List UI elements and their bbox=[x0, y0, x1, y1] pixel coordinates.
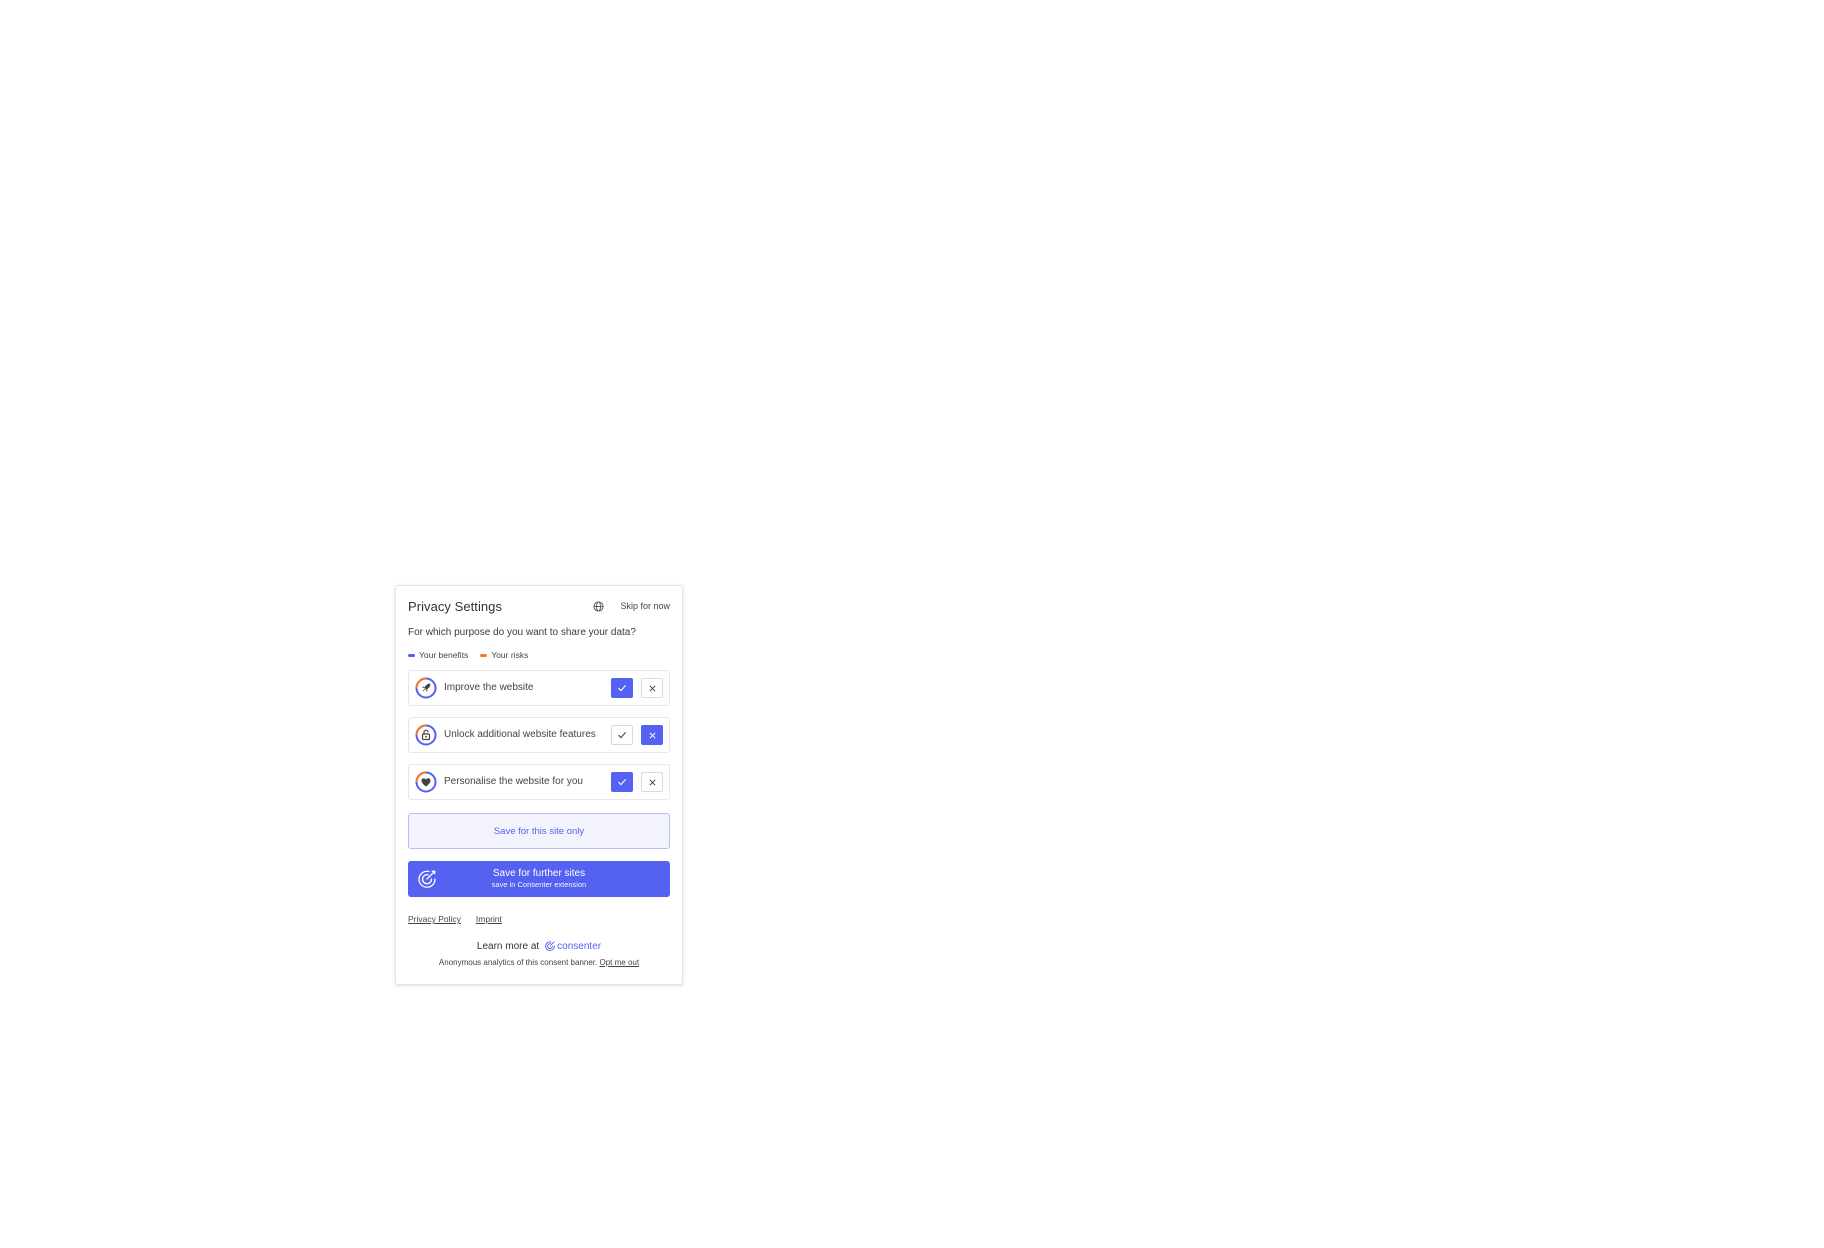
accept-button[interactable] bbox=[611, 772, 633, 792]
imprint-link[interactable]: Imprint bbox=[476, 914, 502, 924]
save-further-label: Save for further sites bbox=[492, 868, 586, 879]
brand-name: consenter bbox=[557, 940, 602, 952]
purpose-label: Improve the website bbox=[444, 682, 534, 693]
decline-button[interactable] bbox=[641, 678, 663, 698]
legend-risks: Your risks bbox=[480, 650, 528, 660]
legend-benefits: Your benefits bbox=[408, 650, 468, 660]
unlock-icon bbox=[415, 724, 437, 746]
rocket-icon bbox=[415, 677, 437, 699]
risks-swatch bbox=[480, 653, 488, 657]
privacy-policy-link[interactable]: Privacy Policy bbox=[408, 914, 461, 924]
purpose-label: Unlock additional website features bbox=[444, 729, 596, 740]
accept-button[interactable] bbox=[611, 725, 633, 745]
legend: Your benefits Your risks bbox=[408, 650, 670, 660]
save-for-this-site-button[interactable]: Save for this site only bbox=[408, 813, 670, 849]
heart-icon bbox=[415, 771, 437, 793]
banner-title: Privacy Settings bbox=[408, 598, 503, 614]
purpose-improve-website: Improve the website bbox=[408, 670, 670, 706]
header-actions: Skip for now bbox=[592, 600, 670, 612]
benefits-swatch bbox=[408, 653, 415, 657]
accept-button[interactable] bbox=[611, 678, 633, 698]
legend-benefits-label: Your benefits bbox=[419, 650, 469, 660]
skip-for-now-button[interactable]: Skip for now bbox=[620, 601, 670, 611]
footer-links: Privacy Policy Imprint bbox=[408, 914, 670, 924]
purpose-unlock-features: Unlock additional website features bbox=[408, 717, 670, 753]
consenter-brand-link[interactable]: consenter bbox=[544, 940, 601, 952]
opt-out-link[interactable]: Opt me out bbox=[599, 958, 639, 967]
legend-risks-label: Your risks bbox=[491, 650, 529, 660]
page: Privacy Settings Skip for now For which … bbox=[0, 0, 1824, 1248]
decline-button[interactable] bbox=[641, 725, 663, 745]
consenter-brand-icon bbox=[545, 941, 555, 951]
toggle-group bbox=[611, 772, 663, 792]
analytics-text: Anonymous analytics of this consent bann… bbox=[438, 958, 598, 967]
purpose-label: Personalise the website for you bbox=[444, 776, 583, 787]
banner-header: Privacy Settings Skip for now bbox=[408, 598, 670, 614]
save-further-sublabel: save in Consenter extension bbox=[491, 880, 587, 889]
learn-more-label: Learn more at bbox=[476, 940, 540, 952]
toggle-group bbox=[611, 725, 663, 745]
decline-button[interactable] bbox=[641, 772, 663, 792]
privacy-settings-banner: Privacy Settings Skip for now For which … bbox=[395, 585, 683, 985]
toggle-group bbox=[611, 678, 663, 698]
purpose-personalise-website: Personalise the website for you bbox=[408, 764, 670, 800]
purpose-question: For which purpose do you want to share y… bbox=[408, 627, 636, 638]
learn-more: Learn more at consenter bbox=[408, 940, 670, 952]
save-for-further-sites-button[interactable]: Save for further sites save in Consenter… bbox=[408, 861, 670, 897]
consenter-logo-icon bbox=[416, 868, 438, 890]
analytics-notice: Anonymous analytics of this consent bann… bbox=[408, 958, 670, 967]
globe-icon[interactable] bbox=[592, 600, 604, 612]
